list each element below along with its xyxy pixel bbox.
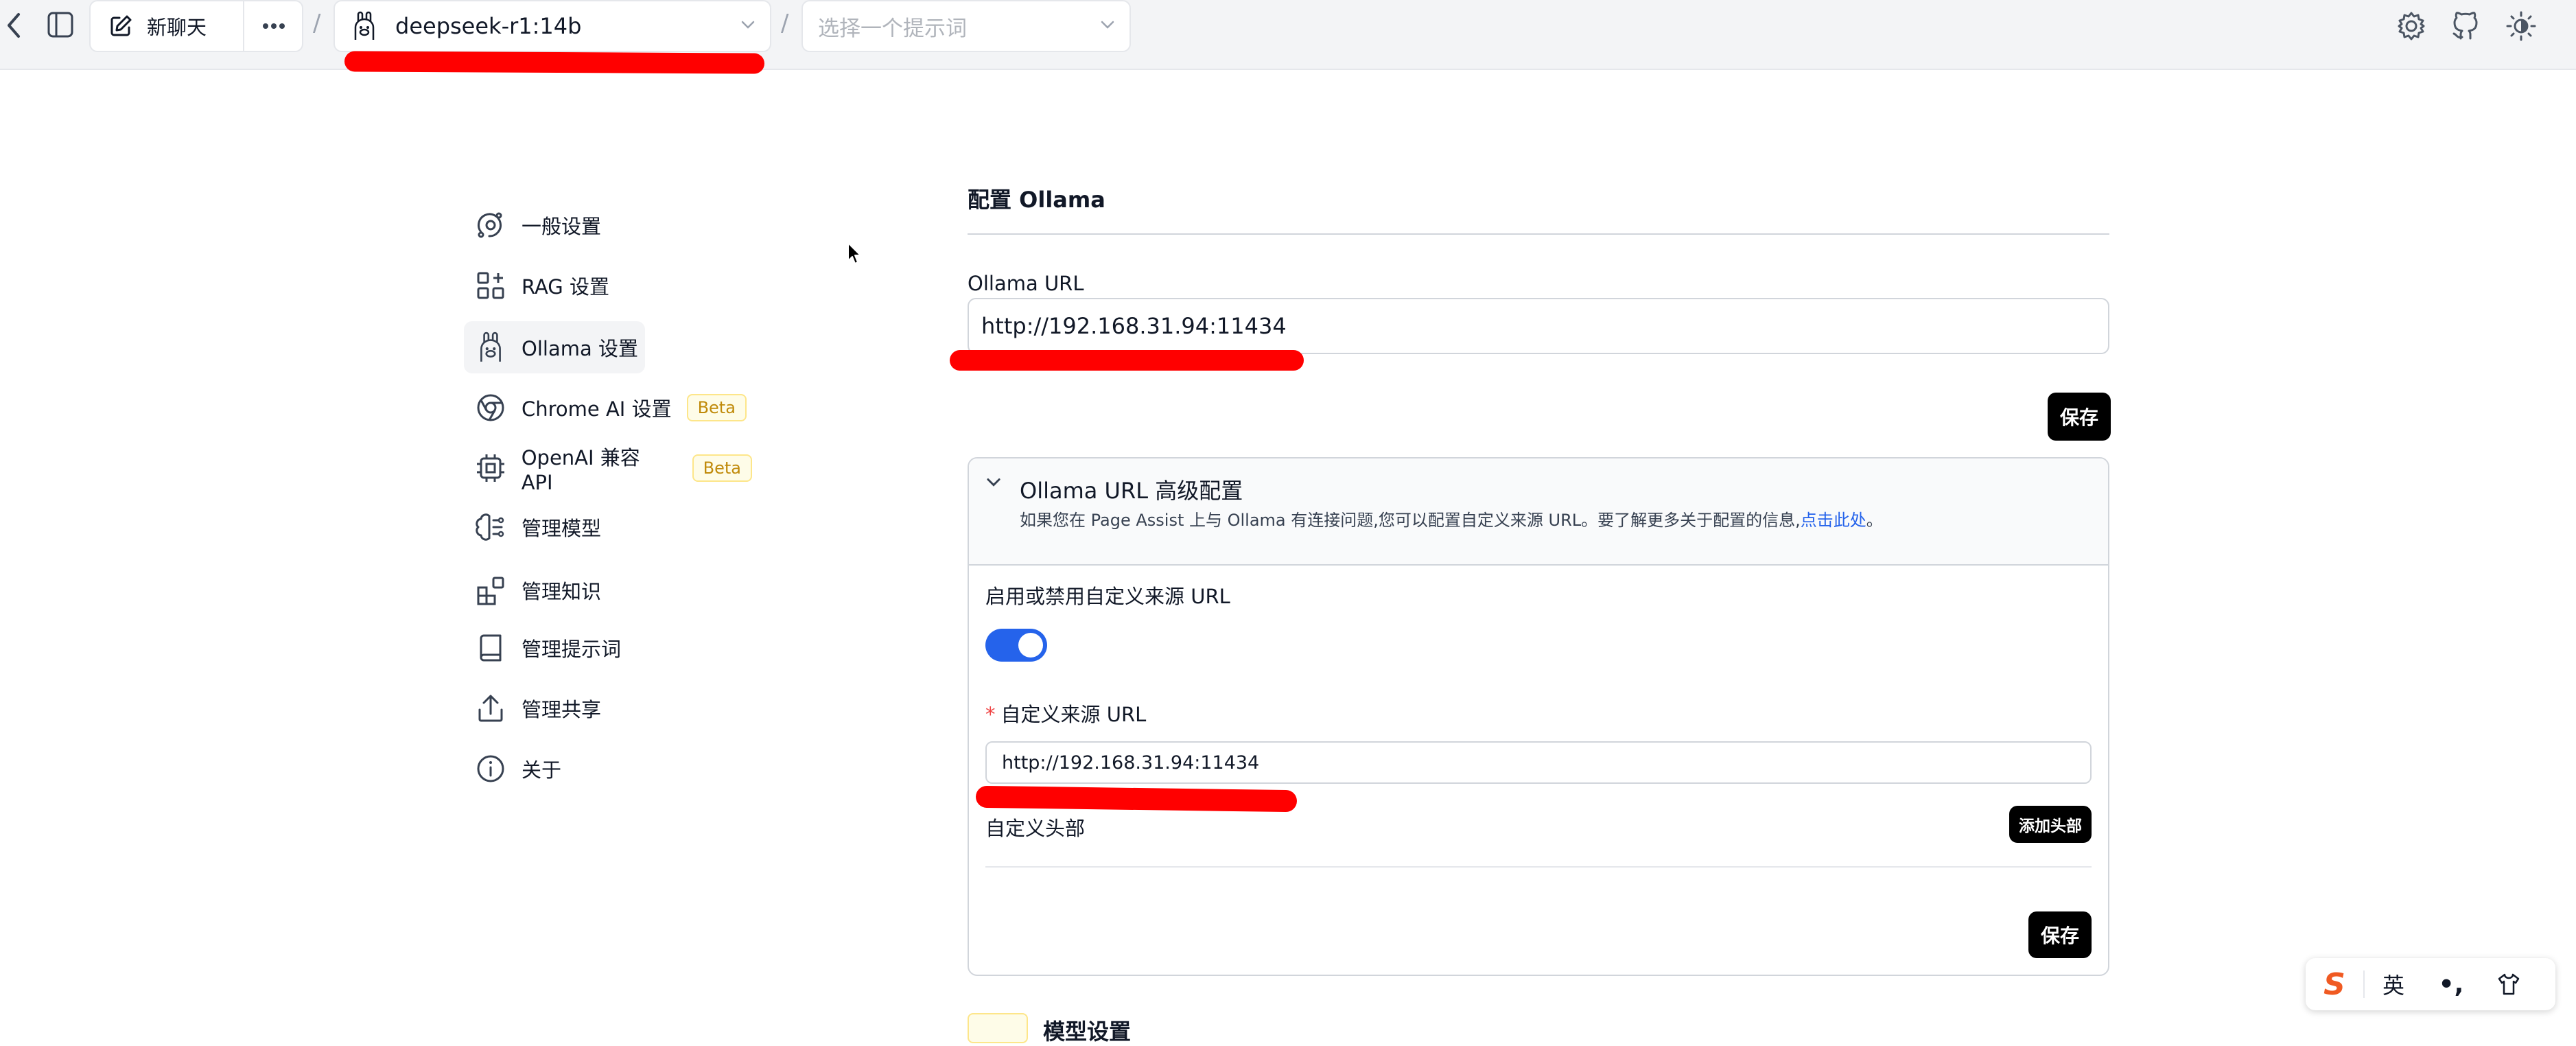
sidebar-item-label: 管理提示词 bbox=[522, 638, 622, 661]
sidebar-item-manage-prompts[interactable]: 管理提示词 bbox=[464, 622, 642, 674]
model-name: deepseek-r1:14b bbox=[395, 13, 582, 39]
breadcrumb-separator: / bbox=[781, 10, 789, 37]
blocks-icon bbox=[473, 268, 508, 303]
ollama-url-value: http://192.168.31.94:11434 bbox=[981, 313, 1287, 339]
back-icon[interactable] bbox=[0, 8, 27, 43]
sidebar-item-about[interactable]: 关于 bbox=[464, 743, 642, 795]
chevron-down-icon[interactable] bbox=[984, 472, 1003, 491]
chat-actions-group: 新聊天 bbox=[89, 0, 303, 52]
chevron-down-icon bbox=[740, 16, 756, 33]
divider bbox=[968, 233, 2109, 235]
advanced-settings-header[interactable]: Ollama URL 高级配置 如果您在 Page Assist 上与 Olla… bbox=[969, 458, 2108, 566]
orbit-icon bbox=[473, 208, 508, 242]
llama-icon bbox=[473, 330, 508, 364]
shirt-icon[interactable] bbox=[2480, 958, 2538, 1010]
page-title: 配置 Ollama bbox=[968, 187, 1105, 213]
custom-origin-label: * 自定义来源 URL bbox=[985, 699, 1146, 728]
chevron-down-icon bbox=[1099, 16, 1116, 33]
sidebar-item-label: 管理模型 bbox=[522, 517, 602, 540]
ollama-url-input[interactable]: http://192.168.31.94:11434 bbox=[968, 298, 2109, 354]
beta-badge: Beta bbox=[686, 394, 747, 421]
github-icon[interactable] bbox=[2447, 7, 2485, 45]
model-selector[interactable]: deepseek-r1:14b bbox=[333, 0, 771, 52]
settings-icon[interactable] bbox=[2392, 7, 2431, 45]
sidebar-item-rag[interactable]: RAG 设置 bbox=[464, 259, 642, 312]
red-annotation-mark bbox=[344, 51, 765, 74]
help-link[interactable]: 点击此处 bbox=[1801, 511, 1866, 530]
custom-origin-toggle[interactable] bbox=[985, 629, 1047, 662]
save-button[interactable]: 保存 bbox=[2048, 393, 2111, 441]
description-end: 。 bbox=[1866, 511, 1883, 530]
edit-icon bbox=[110, 15, 132, 36]
sidebar-item-label: OpenAI 兼容 API bbox=[521, 446, 640, 494]
llama-icon bbox=[351, 11, 377, 41]
mouse-cursor-icon bbox=[847, 242, 861, 264]
required-star: * bbox=[985, 703, 996, 726]
custom-headers-label: 自定义头部 bbox=[985, 817, 1086, 840]
ime-punctuation-toggle[interactable]: •, bbox=[2422, 958, 2480, 1010]
sidebar-item-label: 管理知识 bbox=[522, 580, 602, 603]
advanced-settings-title: Ollama URL 高级配置 bbox=[1020, 478, 1243, 504]
custom-origin-value: http://192.168.31.94:11434 bbox=[1002, 752, 1260, 774]
theme-toggle-icon[interactable] bbox=[2502, 7, 2540, 45]
red-annotation-mark bbox=[950, 350, 1304, 371]
description-text: 如果您在 Page Assist 上与 Ollama 有连接问题,您可以配置自定… bbox=[1020, 511, 1801, 530]
partial-badge bbox=[968, 1013, 1028, 1043]
sidebar-item-label: 一般设置 bbox=[522, 215, 602, 238]
sidebar-item-manage-knowledge[interactable]: 管理知识 bbox=[464, 564, 642, 616]
sidebar-item-manage-models[interactable]: 管理模型 bbox=[464, 501, 642, 553]
sidebar-item-general[interactable]: 一般设置 bbox=[464, 199, 642, 251]
sidebar-item-label: 管理共享 bbox=[522, 698, 602, 721]
toggle-knob bbox=[1018, 633, 1043, 658]
ime-toolbar: S 英 •, bbox=[2306, 958, 2555, 1010]
new-chat-label: 新聊天 bbox=[147, 16, 207, 39]
sidebar-item-label: Chrome AI 设置 bbox=[522, 397, 672, 421]
toggle-label: 启用或禁用自定义来源 URL bbox=[985, 585, 1230, 608]
chrome-icon bbox=[473, 391, 508, 425]
sidebar-item-label: Ollama 设置 bbox=[522, 337, 638, 360]
share-icon bbox=[473, 691, 508, 725]
advanced-save-button[interactable]: 保存 bbox=[2028, 911, 2092, 958]
prompt-placeholder: 选择一个提示词 bbox=[818, 16, 967, 41]
beta-badge: Beta bbox=[692, 454, 752, 482]
breadcrumb-separator: / bbox=[313, 10, 321, 37]
cpu-icon bbox=[473, 451, 508, 485]
advanced-settings-description: 如果您在 Page Assist 上与 Ollama 有连接问题,您可以配置自定… bbox=[1020, 507, 1883, 531]
custom-origin-label-text: 自定义来源 URL bbox=[1000, 703, 1147, 726]
red-annotation-mark bbox=[975, 785, 1298, 813]
advanced-settings-panel: Ollama URL 高级配置 如果您在 Page Assist 上与 Olla… bbox=[968, 457, 2109, 976]
sidebar-item-openai-api[interactable]: OpenAI 兼容 API Beta bbox=[464, 442, 752, 494]
add-header-button[interactable]: 添加头部 bbox=[2009, 806, 2092, 843]
sidebar-item-ollama[interactable]: Ollama 设置 bbox=[464, 321, 645, 373]
prompt-selector[interactable]: 选择一个提示词 bbox=[801, 0, 1131, 52]
blocks-icon bbox=[473, 573, 508, 607]
sidebar-item-manage-share[interactable]: 管理共享 bbox=[464, 682, 642, 734]
ime-logo-icon[interactable]: S bbox=[2306, 958, 2363, 1010]
divider bbox=[985, 866, 2092, 868]
book-icon bbox=[473, 631, 508, 665]
info-icon bbox=[473, 752, 508, 786]
brain-icon bbox=[473, 510, 508, 544]
custom-origin-input[interactable]: http://192.168.31.94:11434 bbox=[985, 741, 2092, 784]
sidebar-toggle-icon[interactable] bbox=[43, 7, 78, 43]
model-settings-title: 模型设置 bbox=[1043, 1019, 1132, 1045]
sidebar-item-chrome-ai[interactable]: Chrome AI 设置 Beta bbox=[464, 382, 752, 434]
ime-language-toggle[interactable]: 英 bbox=[2365, 958, 2422, 1010]
sidebar-item-label: RAG 设置 bbox=[522, 275, 609, 299]
new-chat-button[interactable]: 新聊天 bbox=[91, 1, 243, 51]
sidebar-item-label: 关于 bbox=[522, 758, 562, 782]
ollama-url-label: Ollama URL bbox=[968, 272, 1084, 295]
more-options-icon[interactable] bbox=[244, 1, 303, 51]
